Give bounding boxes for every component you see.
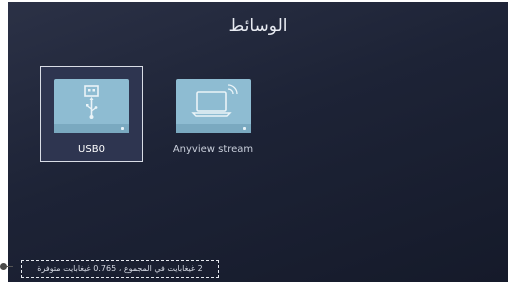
storage-info: 2 غيغابايت في المجموع ، 0.765 غيغابايت م… <box>21 260 219 278</box>
source-tile-anyview-stream[interactable]: Anyview stream <box>162 66 265 162</box>
laptop-cast-icon <box>176 79 251 133</box>
media-screen: الوسائط USB0 Anyview stream 2 غيغابايت ف… <box>8 2 508 282</box>
source-tile-usb0[interactable]: USB0 <box>40 66 143 162</box>
page-title: الوسائط <box>228 16 288 36</box>
source-tile-label: Anyview stream <box>172 144 254 155</box>
source-tile-label: USB0 <box>78 144 105 155</box>
callout-marker <box>0 263 7 270</box>
usb-drive-icon <box>54 79 129 133</box>
